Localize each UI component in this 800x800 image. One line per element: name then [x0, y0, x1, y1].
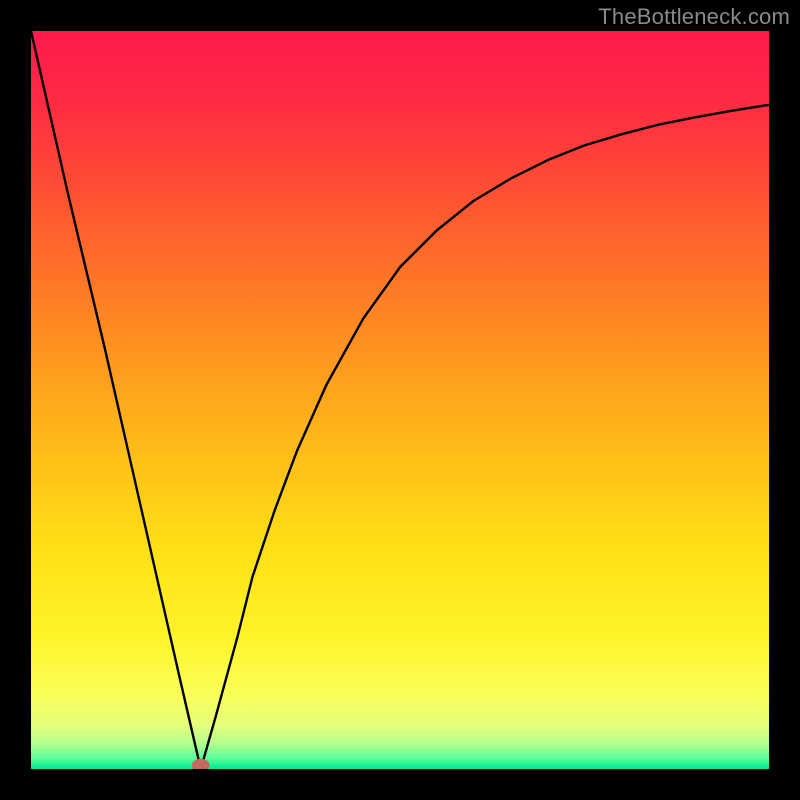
bottleneck-plot — [31, 31, 769, 769]
watermark-text: TheBottleneck.com — [598, 4, 790, 30]
chart-frame: TheBottleneck.com — [0, 0, 800, 800]
plot-background — [31, 31, 769, 769]
